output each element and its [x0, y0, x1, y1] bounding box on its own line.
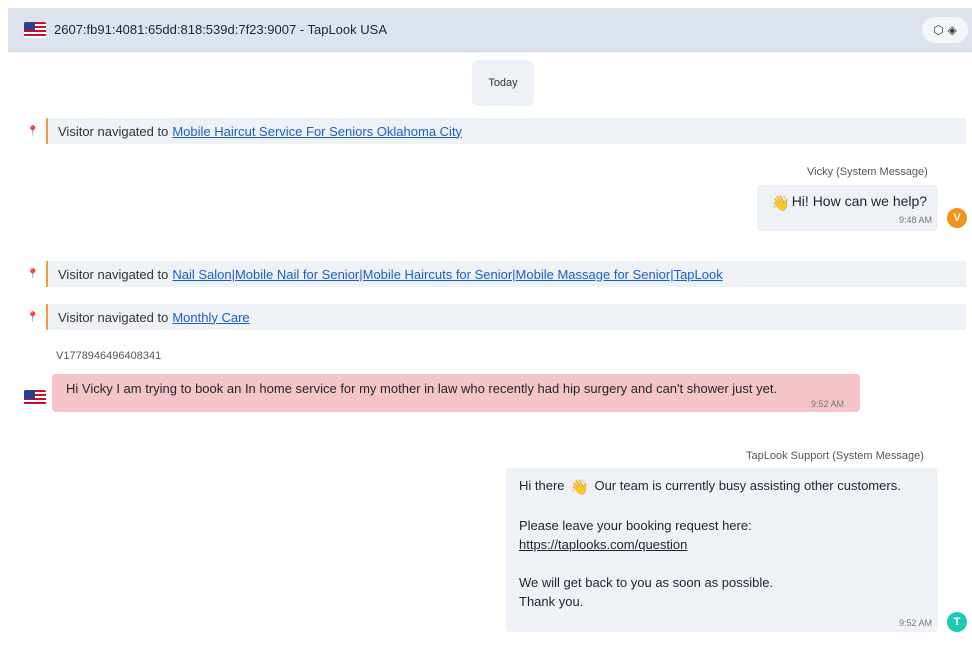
- message-text: Hi there: [519, 478, 565, 493]
- message-time: 9:52 AM: [898, 618, 932, 628]
- navigation-event-prefix: Visitor navigated to: [58, 123, 169, 139]
- waving-hand-icon: 👋: [771, 195, 790, 212]
- pin-icon: 📍: [26, 268, 40, 280]
- navigation-event-prefix: Visitor navigated to: [58, 309, 169, 325]
- message-time: 9:52 AM: [810, 399, 844, 409]
- message-text: Hi! How can we help?: [791, 193, 928, 209]
- pin-icon: 📍: [26, 125, 40, 137]
- message-bubble-support: Hi there 👋 Our team is currently busy as…: [506, 468, 938, 632]
- bookmark-icon[interactable]: ◈: [948, 23, 957, 37]
- navigation-event-prefix: Visitor navigated to: [58, 266, 169, 282]
- navigation-event: 📍 Visitor navigated to Mobile Haircut Se…: [26, 118, 966, 144]
- us-flag-icon: [24, 390, 46, 406]
- navigation-event-link[interactable]: Monthly Care: [172, 310, 249, 325]
- navigation-event: 📍 Visitor navigated to Monthly Care: [26, 304, 966, 330]
- navigation-event-bar: Visitor navigated to Nail Salon|Mobile N…: [46, 261, 966, 287]
- navigation-event-link[interactable]: Nail Salon|Mobile Nail for Senior|Mobile…: [172, 267, 722, 282]
- navigation-event-bar: Visitor navigated to Monthly Care: [46, 304, 966, 330]
- message-time: 9:48 AM: [898, 215, 932, 225]
- navigation-event-link[interactable]: Mobile Haircut Service For Seniors Oklah…: [172, 124, 462, 139]
- message-text: We will get back to you as soon as possi…: [519, 575, 774, 590]
- chat-title: 2607:fb91:4081:65dd:818:539d:7f23:9007 -…: [54, 22, 387, 37]
- chat-header: 2607:fb91:4081:65dd:818:539d:7f23:9007 -…: [8, 8, 972, 52]
- avatar: T: [947, 612, 967, 632]
- message-sender: TapLook Support (System Message): [746, 450, 924, 462]
- message-sender: Vicky (System Message): [807, 166, 928, 178]
- us-flag-icon: [24, 21, 46, 38]
- message-bubble-visitor: Hi Vicky I am trying to book an In home …: [52, 374, 860, 412]
- visitor-id: V1778946496408341: [56, 350, 162, 362]
- message-text: Please leave your booking request here:: [519, 518, 752, 533]
- navigation-event-bar: Visitor navigated to Mobile Haircut Serv…: [46, 118, 966, 144]
- tag-icon[interactable]: ⬡: [933, 23, 943, 37]
- message-bubble-vicky: 👋 Hi! How can we help? 9:48 AM: [757, 185, 938, 231]
- day-separator: Today: [472, 60, 534, 106]
- waving-hand-icon: 👋: [570, 479, 589, 496]
- avatar: V: [947, 208, 967, 228]
- navigation-event: 📍 Visitor navigated to Nail Salon|Mobile…: [26, 261, 966, 287]
- pin-icon: 📍: [26, 311, 40, 323]
- message-text: Our team is currently busy assisting oth…: [594, 478, 901, 493]
- booking-link[interactable]: https://taplooks.com/question: [519, 537, 687, 552]
- header-actions: ⬡ ◈: [922, 17, 968, 43]
- message-text: Thank you.: [519, 594, 584, 609]
- message-text: Hi Vicky I am trying to book an In home …: [66, 381, 778, 396]
